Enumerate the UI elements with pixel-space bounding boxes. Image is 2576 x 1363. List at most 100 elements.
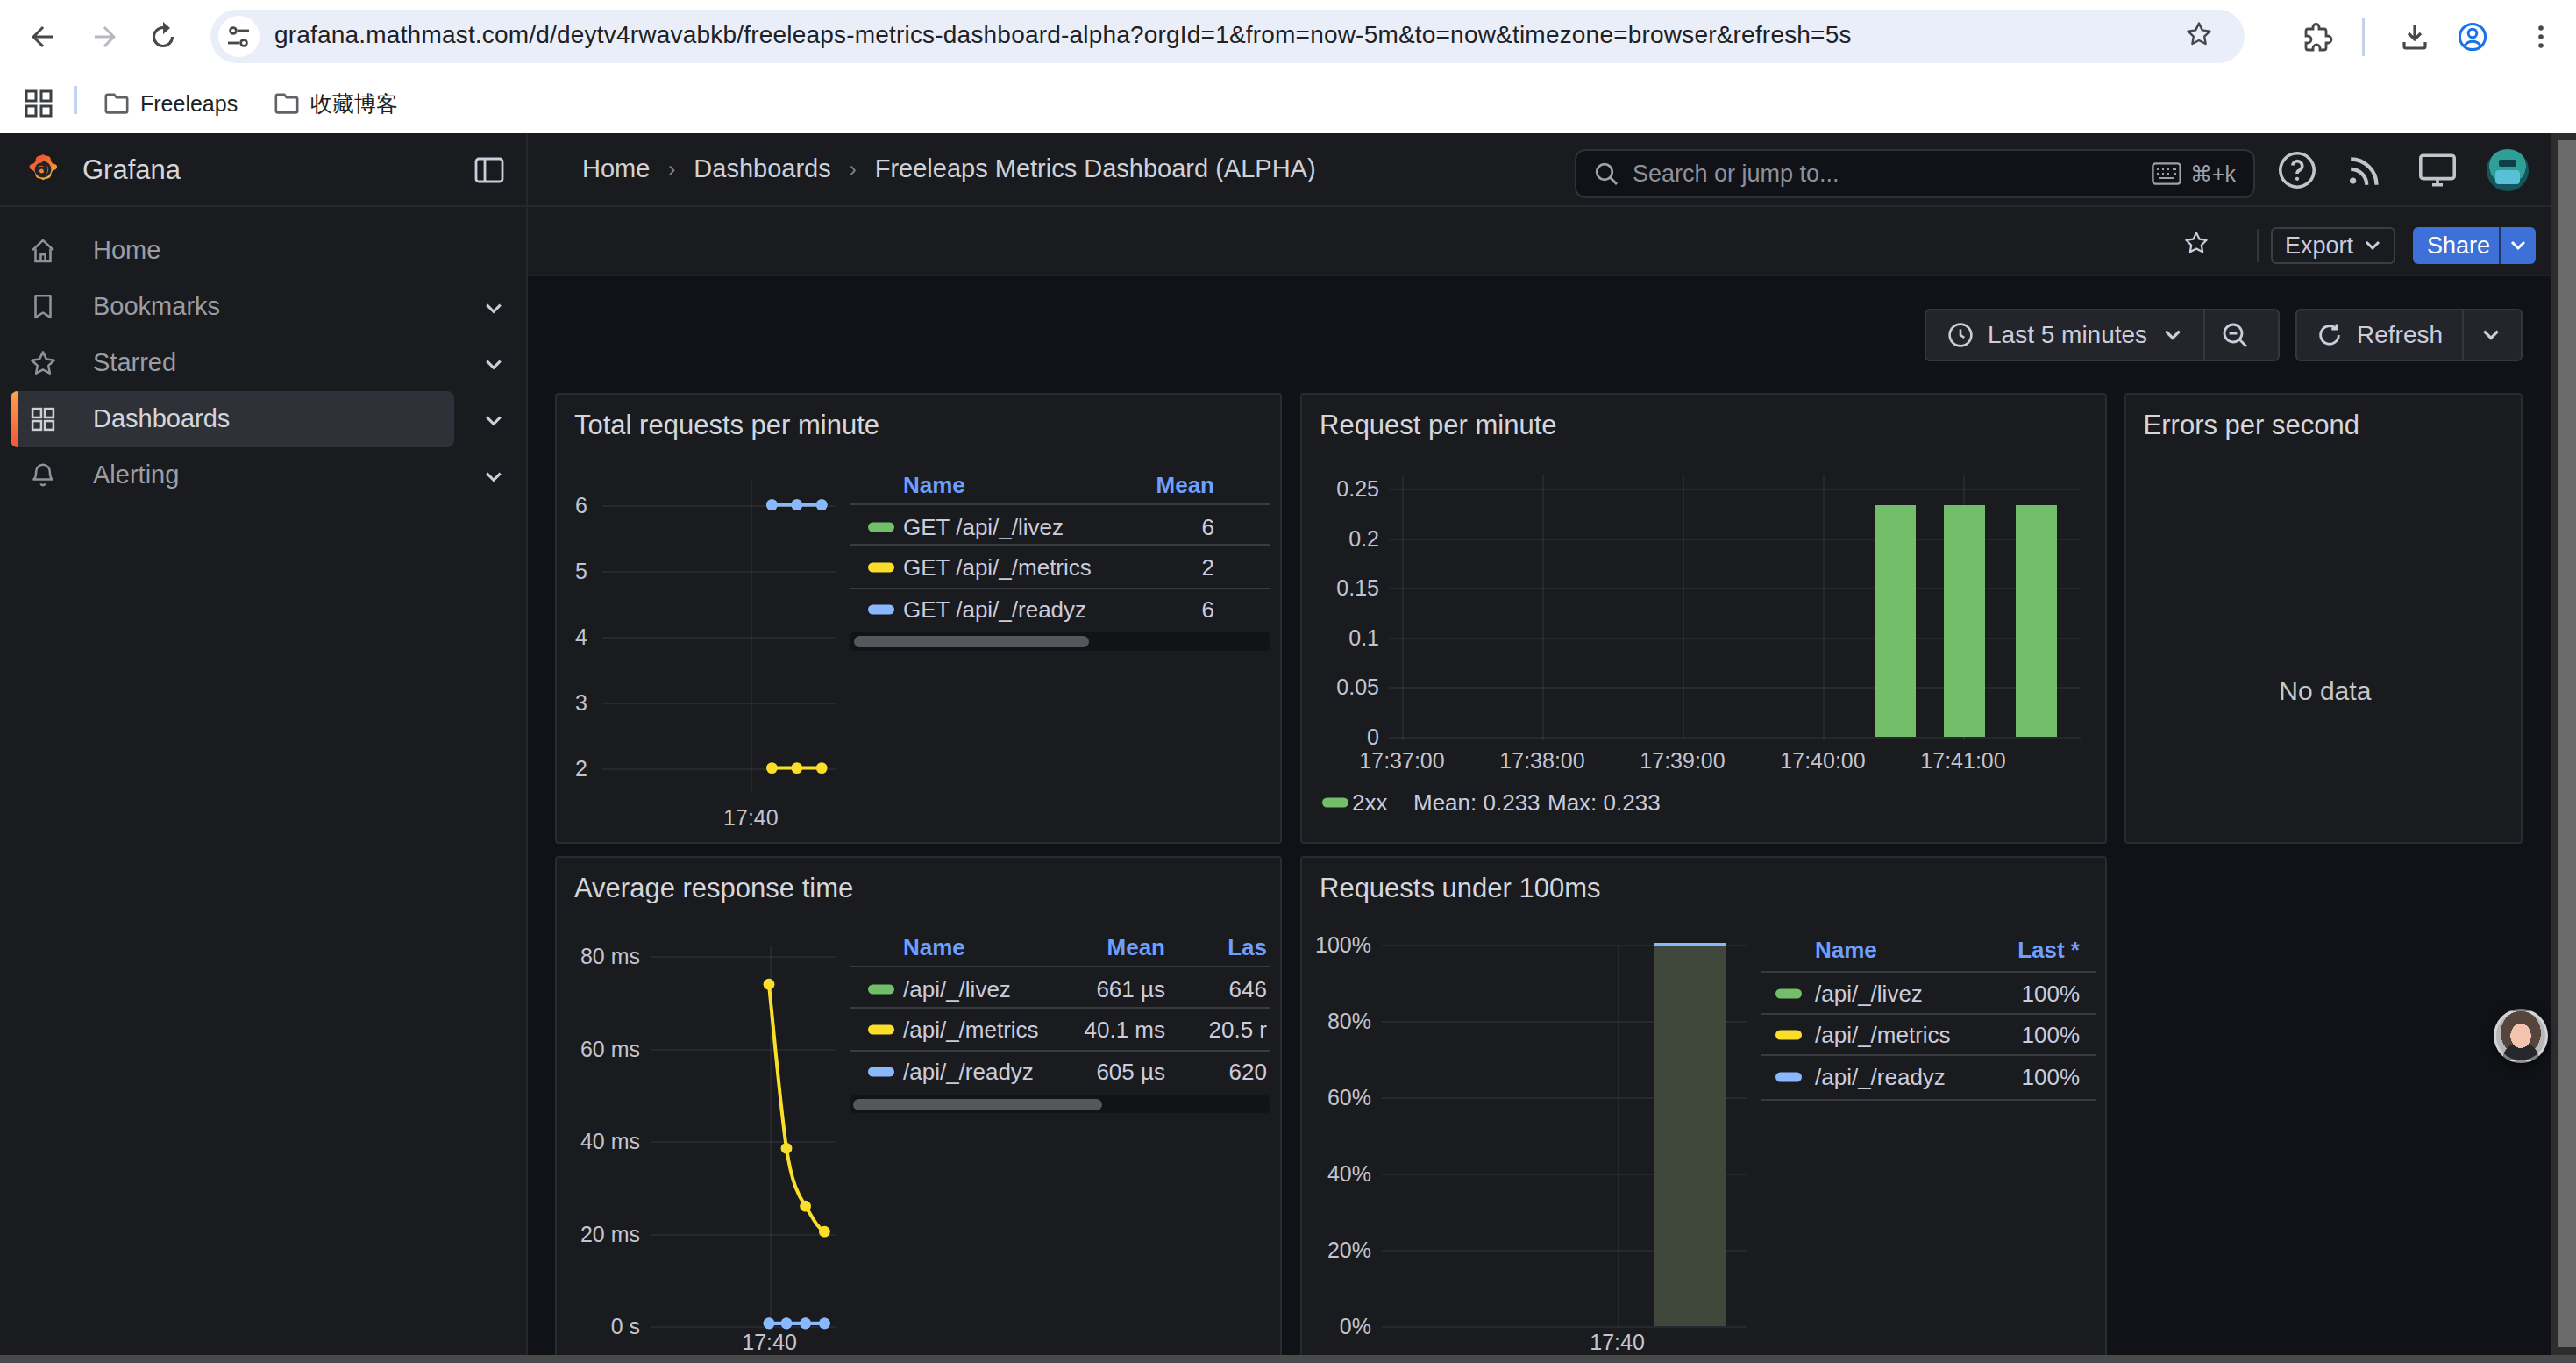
- bar: [1654, 945, 1726, 1326]
- forward-icon[interactable]: [89, 21, 121, 53]
- refresh-icon[interactable]: [2316, 322, 2343, 348]
- breadcrumb-item[interactable]: Freeleaps Metrics Dashboard (ALPHA): [875, 154, 1316, 183]
- sidebar-chevron-icon[interactable]: [484, 349, 512, 377]
- bookmark-item[interactable]: 收藏博客: [274, 88, 398, 119]
- tune-icon[interactable]: [226, 25, 251, 49]
- panel-title[interactable]: Errors per second: [2144, 410, 2359, 441]
- legend-header-name[interactable]: Name: [903, 933, 965, 960]
- panel-requests-under-100ms: Requests under 100ms100%80%60%40%20%0%17…: [1300, 856, 2107, 1363]
- legend-max-stat: Max: 0.233: [1548, 789, 1661, 816]
- profile-icon[interactable]: [2457, 21, 2488, 53]
- bar: [1875, 505, 1916, 736]
- legend-series-pill[interactable]: [1322, 797, 1348, 807]
- legend-separator: [850, 503, 1270, 505]
- legend-series-name[interactable]: /api/_/livez: [903, 976, 1011, 1003]
- bookmark-label: Freeleaps: [140, 91, 238, 117]
- help-icon[interactable]: [2276, 149, 2318, 191]
- legend-series-name[interactable]: GET /api/_/livez: [903, 513, 1064, 540]
- menu-kebab-icon[interactable]: [2525, 21, 2557, 53]
- refresh-interval-chevron-icon[interactable]: [2481, 325, 2501, 345]
- sidebar-item-bookmarks[interactable]: Bookmarks: [11, 279, 454, 335]
- breadcrumb-item[interactable]: Home: [582, 154, 650, 183]
- sidebar-chevron-icon[interactable]: [484, 405, 512, 433]
- refresh-label[interactable]: Refresh: [2357, 321, 2443, 349]
- apps-grid-icon[interactable]: [25, 89, 53, 118]
- legend-header-las[interactable]: Las: [1162, 933, 1267, 960]
- bookmark-icon: [28, 292, 58, 322]
- legend-series-pill[interactable]: [868, 522, 894, 532]
- sidebar-item-alerting[interactable]: Alerting: [11, 447, 454, 503]
- rss-icon[interactable]: [2345, 149, 2387, 191]
- legend-scrollbar-thumb[interactable]: [853, 1099, 1102, 1110]
- legend-value: 6: [1074, 513, 1214, 540]
- legend-series-name[interactable]: /api/_/metrics: [1815, 1022, 1951, 1049]
- window-bottom-edge: [0, 1355, 2576, 1363]
- share-button[interactable]: Share: [2413, 227, 2536, 264]
- extensions-icon[interactable]: [2302, 21, 2334, 53]
- legend-mean-stat: Mean: 0.233: [1413, 789, 1541, 816]
- floating-assistant-avatar[interactable]: [2494, 1009, 2548, 1063]
- gridline-h: [1389, 737, 2081, 739]
- panel-title[interactable]: Requests under 100ms: [1320, 873, 1601, 904]
- bookmark-item[interactable]: Freeleaps: [103, 88, 238, 119]
- legend-series-pill[interactable]: [1775, 1072, 1802, 1081]
- sidebar-item-starred[interactable]: Starred: [11, 335, 454, 391]
- legend-series-name[interactable]: /api/_/readyz: [1815, 1063, 1946, 1090]
- legend-separator: [1761, 1099, 2096, 1101]
- legend-scrollbar-thumb[interactable]: [854, 636, 1089, 647]
- apps-icon: [28, 404, 58, 434]
- sidebar-chevron-icon[interactable]: [484, 461, 512, 489]
- zoom-out-icon[interactable]: [2221, 321, 2249, 349]
- favorite-star-icon[interactable]: [2183, 230, 2210, 256]
- page-scrollbar-thumb[interactable]: [2558, 140, 2576, 1347]
- reload-icon[interactable]: [147, 21, 179, 53]
- legend-series-pill[interactable]: [1775, 988, 1802, 998]
- legend-series-pill[interactable]: [868, 604, 894, 614]
- download-icon[interactable]: [2399, 21, 2430, 53]
- y-axis-label: 100%: [1302, 931, 1371, 957]
- sidebar-chevron-icon[interactable]: [484, 293, 512, 321]
- gridline-h: [1389, 489, 2081, 490]
- legend-series-pill[interactable]: [868, 1067, 894, 1076]
- sidebar-item-home[interactable]: Home: [11, 223, 454, 279]
- bookmark-star-icon[interactable]: [2185, 20, 2213, 48]
- export-button[interactable]: Export: [2271, 227, 2395, 264]
- breadcrumb: Home›Dashboards›Freeleaps Metrics Dashbo…: [582, 154, 1316, 183]
- search-input[interactable]: Search or jump to... ⌘+k: [1575, 149, 2255, 198]
- breadcrumb-item[interactable]: Dashboards: [694, 154, 830, 183]
- legend-series-name[interactable]: /api/_/livez: [1815, 980, 1923, 1007]
- time-range-label[interactable]: Last 5 minutes: [1988, 321, 2147, 349]
- y-axis-label: 80%: [1302, 1008, 1371, 1033]
- legend-header-name[interactable]: Name: [903, 471, 965, 498]
- legend-separator: [850, 1007, 1270, 1009]
- time-range-chevron-icon[interactable]: [2163, 325, 2182, 345]
- user-avatar[interactable]: [2487, 149, 2529, 191]
- back-icon[interactable]: [26, 21, 58, 53]
- legend-series-pill[interactable]: [868, 562, 894, 572]
- sidebar-item-dashboards[interactable]: Dashboards: [11, 391, 454, 447]
- legend-series-pill[interactable]: [868, 985, 894, 995]
- share-chevron-icon[interactable]: [2509, 237, 2527, 254]
- subheader-separator: [2257, 229, 2259, 262]
- legend-series-name[interactable]: GET /api/_/readyz: [903, 596, 1086, 623]
- bookmark-label: 收藏博客: [310, 89, 398, 118]
- grafana-logo[interactable]: [25, 152, 60, 187]
- url-text[interactable]: grafana.mathmast.com/d/deytv4rwavabkb/fr…: [274, 21, 1852, 49]
- monitor-icon[interactable]: [2416, 149, 2459, 191]
- url-bar[interactable]: grafana.mathmast.com/d/deytv4rwavabkb/fr…: [210, 10, 2245, 63]
- panel-title[interactable]: Request per minute: [1320, 410, 1557, 441]
- legend-series-pill[interactable]: [1775, 1031, 1802, 1040]
- legend-header-mean[interactable]: Mean: [1060, 933, 1165, 960]
- brand-name[interactable]: Grafana: [82, 154, 181, 186]
- legend-series-name[interactable]: /api/_/metrics: [903, 1017, 1039, 1044]
- legend-series-pill[interactable]: [868, 1025, 894, 1035]
- legend-series-name[interactable]: 2xx: [1352, 789, 1387, 816]
- legend-series-name[interactable]: /api/_/readyz: [903, 1058, 1034, 1085]
- legend-header-mean[interactable]: Mean: [1109, 471, 1214, 498]
- legend-series-name[interactable]: GET /api/_/metrics: [903, 553, 1092, 581]
- timegroup-separator: [2203, 310, 2205, 360]
- legend-header-name[interactable]: Name: [1815, 936, 1877, 963]
- legend-header-last[interactable]: Last *: [1975, 936, 2080, 963]
- folder-icon: [103, 90, 130, 117]
- dock-menu-icon[interactable]: [473, 154, 505, 186]
